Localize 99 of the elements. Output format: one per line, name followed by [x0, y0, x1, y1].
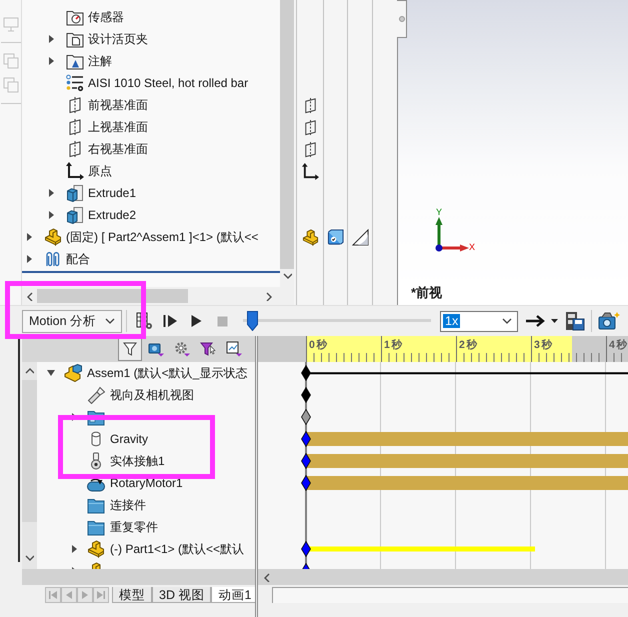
chevron-down-icon[interactable] [25, 554, 34, 563]
stop-icon [216, 316, 228, 326]
tree-item[interactable]: Extrude2 [88, 208, 136, 222]
key-point-icon[interactable] [301, 365, 311, 381]
panel-handle[interactable] [397, 0, 407, 38]
chevron-down-icon [105, 318, 115, 324]
tab[interactable]: 模型 [112, 587, 152, 603]
list-gear-icon [66, 74, 84, 92]
chevron-left-icon[interactable] [263, 572, 272, 582]
camera-icon [148, 341, 164, 357]
gauge-folder-icon [66, 8, 84, 26]
view-name: *前视 [411, 284, 442, 302]
chart-icon [226, 341, 242, 357]
tree-item[interactable]: (固定) [ Part2^Assem1 ]<1> (默认<< [66, 228, 258, 246]
caret-right-icon[interactable] [26, 233, 32, 241]
scrollbar-thumb[interactable] [37, 289, 188, 303]
key-point-icon[interactable] [301, 431, 311, 447]
animated-filter-button[interactable] [118, 338, 142, 360]
tree-item[interactable]: 前视基准面 [88, 96, 148, 114]
save-animation-button[interactable] [563, 309, 587, 333]
tree-item[interactable]: 右视基准面 [88, 140, 148, 158]
key-point-icon[interactable] [301, 541, 311, 557]
folder-icon [87, 518, 105, 536]
grip-dot-icon [398, 16, 404, 22]
tree-item[interactable]: 重复零件 [110, 518, 158, 536]
caret-right-icon[interactable] [48, 211, 54, 219]
axes-icon[interactable] [302, 162, 318, 180]
folder-icon [87, 496, 105, 514]
time-ruler[interactable]: 0 秒 1 秒 2 秒 3 秒 4 秒 [306, 336, 628, 362]
caret-right-icon[interactable] [48, 57, 54, 65]
time-label: 1 秒 [384, 339, 402, 351]
caret-right-icon[interactable] [26, 255, 32, 263]
tree-item[interactable]: 原点 [88, 162, 112, 180]
study-type-dropdown[interactable]: Motion 分析 [22, 310, 122, 332]
chevron-down-icon[interactable] [282, 272, 292, 281]
funnel-icon [200, 341, 216, 357]
paperclip-icon [44, 250, 62, 268]
tree-item[interactable]: (-) Part1<1> (默认<<默认 [110, 540, 244, 558]
tree-item[interactable]: Assem1 (默认<默认_显示状态 [87, 364, 248, 382]
axis-label: X [469, 242, 476, 252]
axes-icon [66, 162, 84, 180]
scrollbar-thumb[interactable] [22, 380, 37, 522]
tab[interactable]: 3D 视图 [152, 587, 212, 603]
skip-back-icon [47, 589, 59, 601]
tree-item[interactable]: 配合 [66, 250, 90, 268]
scrollbar-thumb[interactable] [280, 0, 294, 269]
tree-item[interactable]: 上视基准面 [88, 118, 148, 136]
camera-wizard-icon [598, 311, 620, 331]
flashlight-icon [87, 386, 105, 404]
tree-item[interactable]: 连接件 [110, 496, 146, 514]
skip-forward-icon [95, 589, 107, 601]
chevron-left-icon[interactable] [26, 292, 35, 300]
coordinate-triad-icon [435, 217, 469, 252]
document-folder-icon [66, 30, 84, 48]
time-label: 3 秒 [534, 339, 552, 351]
cube-icon [66, 206, 84, 224]
axis-label: Y [435, 207, 444, 217]
tree-item[interactable]: 视向及相机视图 [110, 386, 194, 404]
tree-item[interactable]: 注解 [88, 52, 112, 70]
time-label: 2 秒 [459, 339, 478, 351]
time-label: 0 秒 [309, 339, 328, 351]
gear-icon [174, 341, 190, 357]
play-icon [190, 314, 202, 328]
arrow-right-icon [525, 314, 547, 328]
caret-down-icon[interactable] [47, 370, 55, 376]
key-point-icon[interactable] [301, 387, 311, 403]
key-point-icon[interactable] [301, 409, 311, 425]
calculator-icon [136, 312, 152, 330]
speed-dropdown[interactable]: 1x [440, 310, 518, 332]
caret-right-icon[interactable] [72, 545, 76, 553]
triangle-icon[interactable] [352, 228, 368, 246]
tree-item[interactable]: 传感器 [88, 8, 124, 26]
tree-item[interactable]: Extrude1 [88, 186, 136, 200]
time-label: 4 秒 [609, 339, 628, 351]
tree-item[interactable]: RotaryMotor1 [110, 476, 183, 490]
caret-right-icon[interactable] [48, 35, 54, 43]
part-block-icon [87, 540, 105, 558]
tree-item[interactable]: 实体接触1 [110, 452, 165, 470]
cube-icon [66, 184, 84, 202]
tree-item[interactable]: 设计活页夹 [88, 30, 148, 48]
cube-check-icon[interactable] [327, 228, 344, 246]
tree-item[interactable]: AISI 1010 Steel, hot rolled bar [88, 76, 248, 90]
key-point-icon[interactable] [301, 453, 311, 469]
tree-item[interactable]: Gravity [110, 432, 148, 446]
film-save-icon [565, 311, 585, 331]
chevron-up-icon[interactable] [25, 367, 34, 376]
filter-icon [122, 341, 138, 357]
part-block-icon[interactable] [302, 228, 318, 246]
assembly-icon [64, 364, 82, 382]
horizontal-scrollbar[interactable] [258, 569, 628, 585]
part-block-icon [44, 228, 62, 246]
caret-down-icon [550, 319, 558, 323]
chevron-down-icon [502, 318, 512, 324]
skip-play-icon [162, 314, 178, 328]
slider-thumb[interactable] [247, 311, 258, 331]
caret-right-icon[interactable] [48, 189, 54, 197]
key-point-icon[interactable] [301, 475, 311, 491]
chevron-right-icon[interactable] [265, 292, 274, 300]
folder-icon [66, 52, 84, 70]
